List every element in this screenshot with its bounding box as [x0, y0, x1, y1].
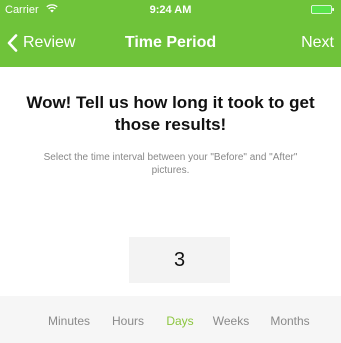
- time-unit-selector: Minutes Hours Days Weeks Months: [0, 296, 341, 343]
- top-bar: Carrier 9:24 AM Review Time Period Next: [0, 0, 341, 67]
- unit-option-days[interactable]: Days: [166, 314, 193, 328]
- time-value-field[interactable]: 3: [129, 237, 230, 283]
- navigation-bar: Review Time Period Next: [0, 20, 341, 67]
- page-title: Time Period: [124, 34, 217, 51]
- unit-option-minutes[interactable]: Minutes: [48, 314, 90, 328]
- status-time: 9:24 AM: [149, 4, 192, 16]
- headline: Wow! Tell us how long it took to get tho…: [26, 93, 315, 134]
- next-button[interactable]: Next: [301, 34, 334, 52]
- status-bar: Carrier 9:24 AM: [0, 0, 341, 20]
- unit-option-months[interactable]: Months: [270, 314, 309, 328]
- unit-option-weeks[interactable]: Weeks: [213, 314, 249, 328]
- battery-icon: [311, 5, 334, 14]
- instruction-text: Select the time interval between your "B…: [43, 152, 298, 176]
- unit-option-hours[interactable]: Hours: [112, 314, 144, 328]
